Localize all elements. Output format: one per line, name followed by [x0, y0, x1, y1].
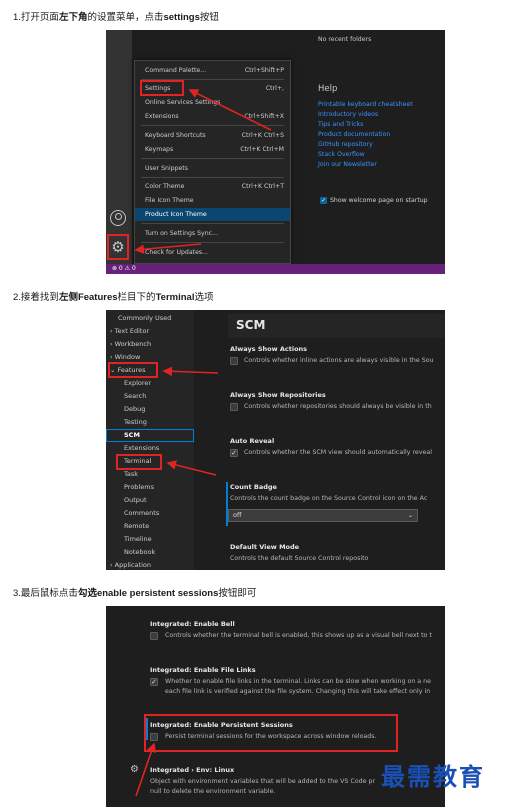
- step3-instruction: 3.最后鼠标点击勾选enable persistent sessions按钮即可: [13, 588, 257, 599]
- step1-instruction: 1.打开页面左下角的设置菜单，点击settings按钮: [13, 12, 219, 23]
- arrow-annotations: [134, 89, 272, 255]
- step2-instruction: 2.接着找到左侧Features栏目下的Terminal选项: [13, 292, 214, 303]
- screenshot-settings-menu: No recent folders Help Printable keyboar…: [106, 30, 445, 274]
- screenshot-settings-tree: Commonly Used › Text Editor › Workbench …: [106, 310, 445, 570]
- arrow-annotations: [162, 366, 219, 476]
- watermark-logo: 最需教育: [381, 762, 485, 791]
